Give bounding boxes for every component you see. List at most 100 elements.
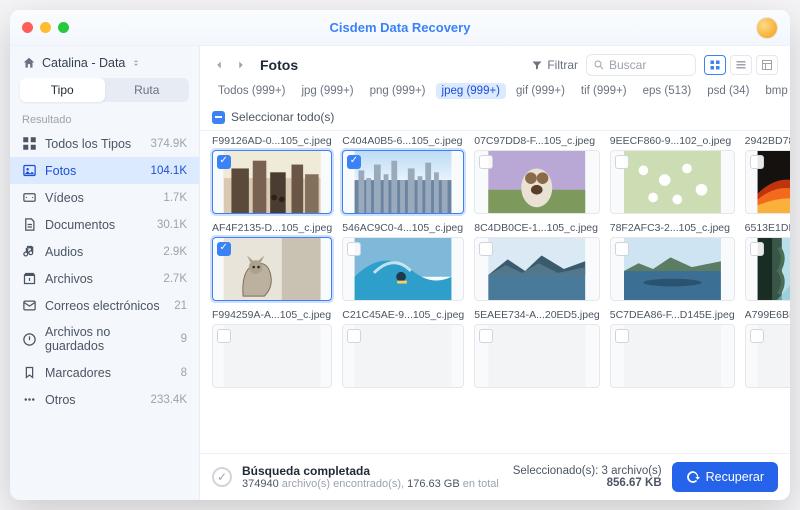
tab-tipo[interactable]: Tipo — [20, 78, 105, 102]
file-card[interactable]: 5C7DEA86-F...D145E.jpeg — [610, 309, 735, 388]
file-thumbnail[interactable] — [474, 324, 600, 388]
file-name: 6513E1DB-9...105_c.jpeg — [745, 222, 790, 234]
file-checkbox[interactable] — [615, 329, 629, 343]
file-checkbox[interactable] — [615, 242, 629, 256]
sidebar-item-count: 30.1K — [157, 219, 187, 231]
sidebar-item-image[interactable]: Fotos104.1K — [10, 157, 199, 184]
format-tab[interactable]: eps (513) — [637, 83, 698, 99]
nav-forward-icon[interactable] — [234, 58, 248, 72]
sidebar-item-video[interactable]: Vídeos1.7K — [10, 184, 199, 211]
file-thumbnail[interactable] — [212, 324, 332, 388]
sidebar: Catalina - Data Tipo Ruta Resultado Todo… — [10, 46, 200, 500]
window-close[interactable] — [22, 22, 33, 33]
file-checkbox[interactable] — [217, 155, 231, 169]
file-card[interactable]: 78F2AFC3-2...105_c.jpeg — [610, 222, 735, 301]
file-card[interactable]: 2942BD78-3...105_c.jpeg — [745, 135, 790, 214]
sidebar-item-count: 8 — [181, 367, 187, 379]
main-panel: Fotos Filtrar Buscar Todos (999+)jpg (99… — [200, 46, 790, 500]
view-list-button[interactable] — [730, 55, 752, 75]
file-card[interactable]: F994259A-A...105_c.jpeg — [212, 309, 332, 388]
file-checkbox[interactable] — [217, 329, 231, 343]
file-checkbox[interactable] — [479, 329, 493, 343]
file-thumbnail[interactable] — [342, 150, 464, 214]
sidebar-item-bookmark[interactable]: Marcadores8 — [10, 359, 199, 386]
file-card[interactable]: 9EECF860-9...102_o.jpeg — [610, 135, 735, 214]
user-badge-icon[interactable] — [756, 17, 778, 39]
file-thumbnail[interactable] — [610, 237, 735, 301]
app-title: Cisdem Data Recovery — [10, 20, 790, 35]
thumbnail-image — [611, 238, 734, 300]
view-detail-button[interactable] — [756, 55, 778, 75]
file-card[interactable]: 6513E1DB-9...105_c.jpeg — [745, 222, 790, 301]
file-name: 9EECF860-9...102_o.jpeg — [610, 135, 735, 147]
sidebar-item-label: Audios — [45, 245, 83, 259]
format-tab[interactable]: Todos (999+) — [212, 83, 291, 99]
file-checkbox[interactable] — [615, 155, 629, 169]
window-minimize[interactable] — [40, 22, 51, 33]
format-tab[interactable]: bmp (41) — [759, 83, 790, 99]
file-checkbox[interactable] — [347, 329, 361, 343]
file-thumbnail[interactable] — [474, 150, 600, 214]
file-card[interactable]: 8C4DB0CE-1...105_c.jpeg — [474, 222, 600, 301]
nav-back-icon[interactable] — [212, 58, 226, 72]
file-thumbnail[interactable] — [212, 237, 332, 301]
sidebar-item-doc[interactable]: Documentos30.1K — [10, 211, 199, 238]
sidebar-item-audio[interactable]: Audios2.9K — [10, 238, 199, 265]
file-card[interactable]: 5EAEE734-A...20ED5.jpeg — [474, 309, 600, 388]
format-tab[interactable]: png (999+) — [364, 83, 432, 99]
format-tab[interactable]: jpeg (999+) — [436, 83, 507, 99]
file-thumbnail[interactable] — [745, 150, 790, 214]
file-thumbnail[interactable] — [212, 150, 332, 214]
file-thumbnail[interactable] — [474, 237, 600, 301]
file-thumbnail[interactable] — [342, 237, 464, 301]
format-tab[interactable]: tif (999+) — [575, 83, 633, 99]
file-thumbnail[interactable] — [610, 150, 735, 214]
filter-button[interactable]: Filtrar — [531, 58, 578, 72]
format-tab[interactable]: gif (999+) — [510, 83, 571, 99]
file-card[interactable]: C21C45AE-9...105_c.jpeg — [342, 309, 464, 388]
file-card[interactable]: F99126AD-0...105_c.jpeg — [212, 135, 332, 214]
window-zoom[interactable] — [58, 22, 69, 33]
breadcrumb[interactable]: Catalina - Data — [10, 46, 199, 78]
sidebar-item-mail[interactable]: Correos electrónicos21 — [10, 292, 199, 319]
sidebar-item-label: Todos los Tipos — [45, 137, 131, 151]
file-name: 5EAEE734-A...20ED5.jpeg — [474, 309, 600, 321]
breadcrumb-label: Catalina - Data — [42, 56, 125, 70]
sidebar-item-grid[interactable]: Todos los Tipos374.9K — [10, 130, 199, 157]
file-checkbox[interactable] — [347, 242, 361, 256]
sidebar-item-unsaved[interactable]: Archivos no guardados9 — [10, 319, 199, 359]
file-card[interactable]: 546AC9C0-4...105_c.jpeg — [342, 222, 464, 301]
select-all-row[interactable]: Seleccionar todo(s) — [200, 106, 790, 131]
tab-ruta[interactable]: Ruta — [105, 78, 190, 102]
recover-button[interactable]: Recuperar — [672, 462, 778, 492]
file-name: 546AC9C0-4...105_c.jpeg — [342, 222, 464, 234]
file-checkbox[interactable] — [347, 155, 361, 169]
file-thumbnail[interactable] — [342, 324, 464, 388]
sidebar-item-label: Fotos — [45, 164, 76, 178]
file-checkbox[interactable] — [750, 329, 764, 343]
file-checkbox[interactable] — [750, 242, 764, 256]
thumbnail-image — [343, 325, 463, 387]
sidebar-item-archive[interactable]: Archivos2.7K — [10, 265, 199, 292]
file-card[interactable]: AF4F2135-D...105_c.jpeg — [212, 222, 332, 301]
scan-status-title: Búsqueda completada — [242, 464, 499, 478]
file-thumbnail[interactable] — [610, 324, 735, 388]
file-card[interactable]: C404A0B5-6...105_c.jpeg — [342, 135, 464, 214]
file-thumbnail[interactable] — [745, 237, 790, 301]
search-input[interactable]: Buscar — [586, 54, 696, 76]
file-thumbnail[interactable] — [745, 324, 790, 388]
select-all-checkbox[interactable] — [212, 111, 225, 124]
view-grid-button[interactable] — [704, 55, 726, 75]
format-tab[interactable]: jpg (999+) — [295, 83, 359, 99]
thumbnail-image — [343, 151, 463, 213]
toolbar: Fotos Filtrar Buscar — [200, 46, 790, 82]
doc-icon — [22, 217, 37, 232]
sidebar-item-other[interactable]: Otros233.4K — [10, 386, 199, 413]
file-checkbox[interactable] — [479, 242, 493, 256]
file-checkbox[interactable] — [479, 155, 493, 169]
file-card[interactable]: A799E6BE-B...105_c.jpeg — [745, 309, 790, 388]
file-checkbox[interactable] — [217, 242, 231, 256]
format-tab[interactable]: psd (34) — [701, 83, 755, 99]
file-checkbox[interactable] — [750, 155, 764, 169]
file-card[interactable]: 07C97DD8-F...105_c.jpeg — [474, 135, 600, 214]
